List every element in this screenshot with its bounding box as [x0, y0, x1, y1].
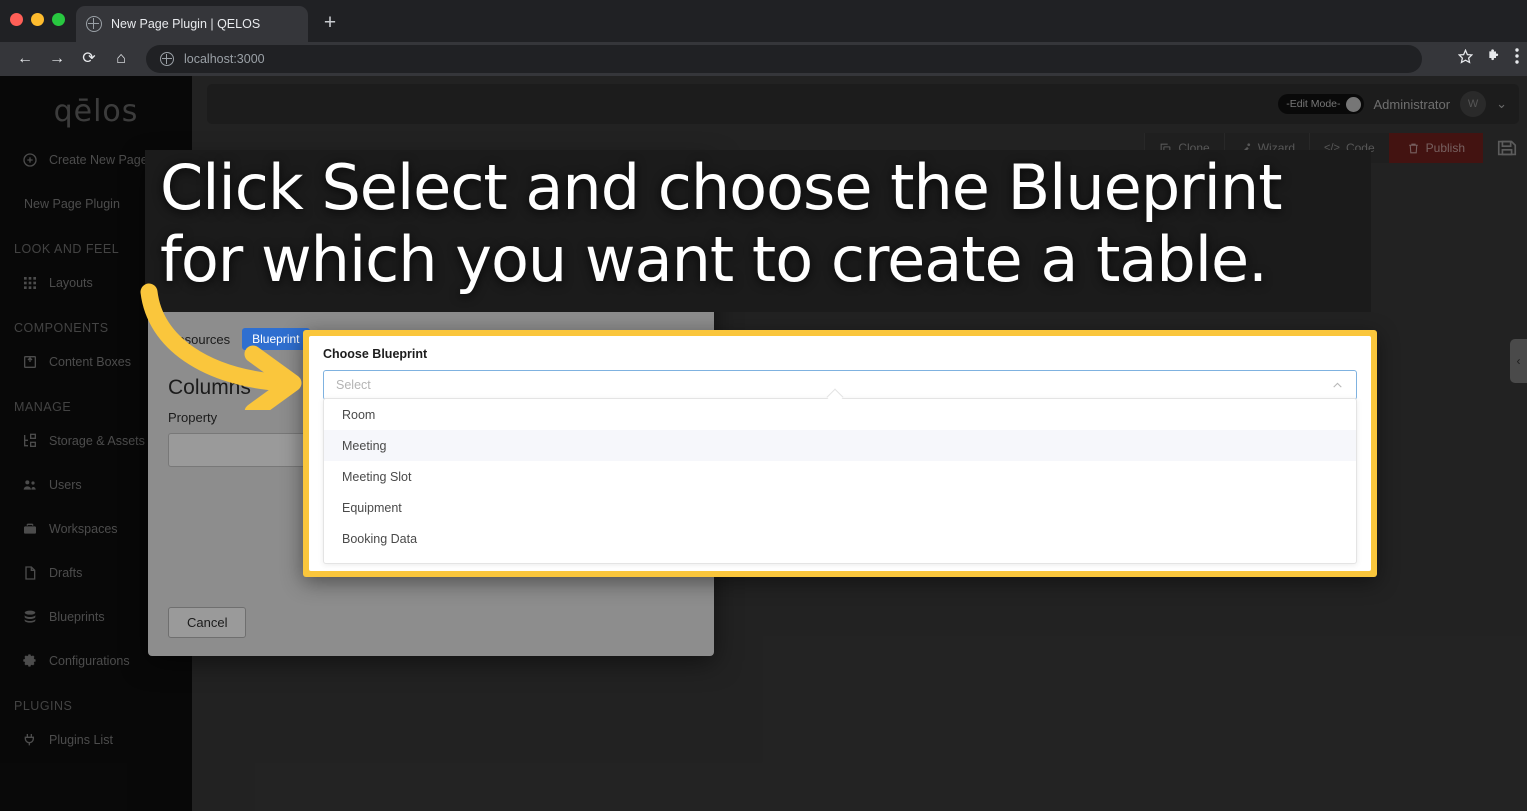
browser-tab[interactable]: New Page Plugin | QELOS	[76, 6, 308, 42]
minimize-window-button[interactable]	[31, 13, 44, 26]
globe-icon	[86, 16, 102, 32]
three-dot-menu-icon[interactable]	[1515, 48, 1519, 64]
browser-tab-bar: New Page Plugin | QELOS +	[0, 0, 1527, 42]
chevron-up-icon[interactable]	[1331, 379, 1344, 392]
choose-blueprint-panel: Choose Blueprint Select Room Meeting Mee…	[309, 336, 1371, 571]
new-tab-button[interactable]: +	[317, 11, 343, 37]
chevron-left-icon: ‹	[1516, 354, 1521, 368]
list-item[interactable]: Room	[324, 399, 1356, 430]
list-item[interactable]: Meeting Slot	[324, 461, 1356, 492]
maximize-window-button[interactable]	[52, 13, 65, 26]
screenshot-root: New Page Plugin | QELOS + ← → ⟳ ⌂ localh…	[0, 0, 1527, 811]
globe-icon	[160, 52, 174, 66]
list-item[interactable]: Equipment	[324, 492, 1356, 523]
browser-tab-title: New Page Plugin | QELOS	[111, 17, 261, 31]
blueprint-options-menu: Room Meeting Meeting Slot Equipment Book…	[323, 398, 1357, 564]
modal-footer: Cancel	[168, 607, 247, 638]
forward-arrow-icon[interactable]: →	[46, 48, 68, 70]
reload-icon[interactable]: ⟳	[78, 48, 100, 70]
list-item[interactable]: Meeting	[324, 430, 1356, 461]
blueprint-dropdown-highlight: Choose Blueprint Select Room Meeting Mee…	[303, 330, 1377, 577]
close-window-button[interactable]	[10, 13, 23, 26]
blueprint-select-placeholder: Select	[336, 378, 371, 392]
instruction-line-2: for which you want to create a table.	[160, 223, 1268, 296]
back-arrow-icon[interactable]: ←	[14, 48, 36, 70]
puzzle-piece-icon[interactable]	[1486, 48, 1502, 64]
address-bar[interactable]: localhost:3000	[146, 45, 1422, 73]
home-icon[interactable]: ⌂	[110, 48, 132, 70]
browser-toolbar-actions	[1458, 48, 1519, 64]
address-bar-url: localhost:3000	[184, 52, 265, 66]
choose-blueprint-label: Choose Blueprint	[323, 347, 428, 361]
annotation-arrow-icon	[140, 283, 302, 410]
star-icon[interactable]	[1458, 48, 1473, 64]
window-traffic-lights	[10, 13, 65, 26]
panel-collapse-toggle[interactable]: ‹	[1510, 339, 1527, 383]
instruction-text: Click Select and choose the Blueprint fo…	[160, 152, 1460, 296]
instruction-line-1: Click Select and choose the Blueprint	[160, 151, 1283, 224]
cancel-button[interactable]: Cancel	[168, 607, 247, 638]
list-item[interactable]: Booking Data	[324, 523, 1356, 554]
